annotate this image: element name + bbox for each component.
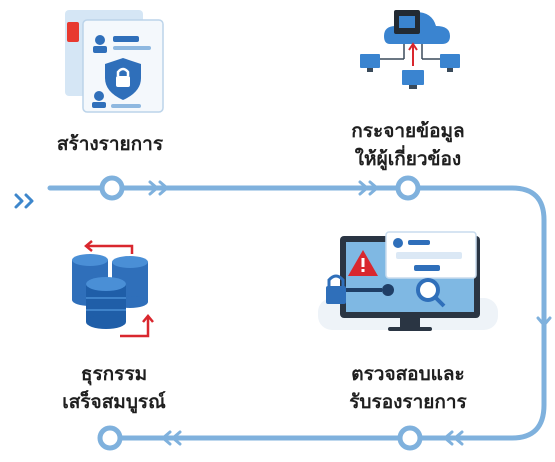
step-label-line: ให้ผู้เกี่ยวข้อง: [354, 148, 462, 170]
cloud-network-icon: [360, 10, 460, 89]
step-label-distribute: กระจายข้อมูล ให้ผู้เกี่ยวข้อง: [318, 117, 498, 173]
step-label-line: รับรองรายการ: [349, 391, 467, 413]
step-label-line: ธุรกรรม: [80, 363, 148, 385]
database-cycle-icon: [72, 240, 154, 338]
document-lock-icon: [65, 10, 164, 113]
step-label-line: กระจายข้อมูล: [351, 120, 465, 142]
step-label-verify: ตรวจสอบและ รับรองรายการ: [318, 360, 498, 416]
monitor-security-icon: [318, 231, 498, 331]
transaction-process-diagram: สร้างรายการ กระจายข้อมูล ให้ผู้เกี่ยวข้อ…: [0, 0, 555, 462]
step-label-create: สร้างรายการ: [20, 130, 200, 158]
entry-chevron-icon: [14, 193, 34, 209]
step-label-line: ตรวจสอบและ: [351, 363, 465, 385]
step-label-line: เสร็จสมบูรณ์: [62, 391, 166, 413]
step-label-complete: ธุรกรรม เสร็จสมบูรณ์: [24, 360, 204, 416]
step-label-line: สร้างรายการ: [56, 133, 164, 155]
